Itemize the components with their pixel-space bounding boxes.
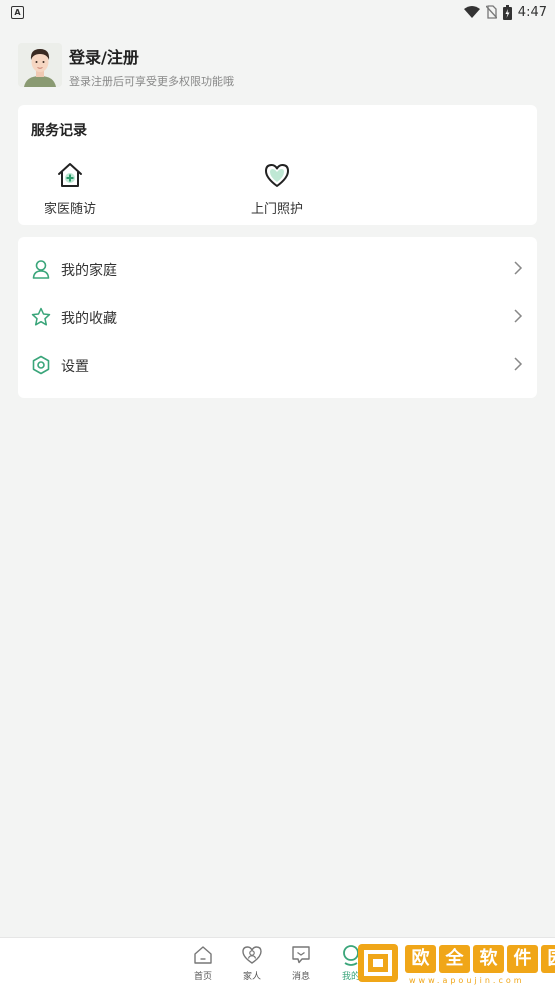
chevron-right-icon bbox=[514, 357, 523, 371]
menu-item-label: 我的家庭 bbox=[61, 263, 117, 279]
nav-home[interactable]: 首页 bbox=[183, 944, 223, 982]
menu-item-settings[interactable]: 设置 bbox=[18, 341, 537, 389]
message-icon bbox=[292, 946, 310, 964]
no-sim-icon bbox=[485, 5, 497, 19]
chevron-right-icon bbox=[514, 309, 523, 323]
watermark-text: 欧 全 软 件 园 bbox=[405, 945, 555, 973]
watermark-emblem bbox=[358, 944, 398, 982]
watermark-url: www.apoujin.com bbox=[409, 976, 525, 985]
login-hint-text: 登录注册后可享受更多权限功能哦 bbox=[69, 75, 234, 88]
avatar[interactable] bbox=[18, 43, 62, 87]
avatar-image bbox=[18, 43, 62, 87]
login-register-link[interactable]: 登录/注册 bbox=[69, 44, 139, 68]
profile-header[interactable]: 登录/注册 登录注册后可享受更多权限功能哦 bbox=[18, 43, 538, 89]
nav-label: 家人 bbox=[242, 972, 261, 982]
service-records-card: 服务记录 家医随访 上门照护 bbox=[18, 105, 537, 225]
menu-item-my-favorites[interactable]: 我的收藏 bbox=[18, 293, 537, 341]
service-home-care[interactable]: 上门照护 bbox=[242, 160, 312, 217]
status-icons: 4:47 bbox=[463, 3, 547, 21]
wifi-icon bbox=[463, 6, 480, 18]
watermark-char: 软 bbox=[473, 945, 504, 973]
clock: 4:47 bbox=[517, 4, 547, 20]
watermark-logo: 欧 全 软 件 园 www.apoujin.com bbox=[357, 941, 555, 987]
person-icon bbox=[32, 260, 50, 279]
watermark-char: 全 bbox=[439, 945, 470, 973]
menu-card: 我的家庭 我的收藏 设置 bbox=[18, 237, 537, 398]
menu-item-my-family[interactable]: 我的家庭 bbox=[18, 245, 537, 293]
service-label: 家医随访 bbox=[43, 202, 96, 217]
menu-item-label: 我的收藏 bbox=[61, 311, 117, 327]
nav-messages[interactable]: 消息 bbox=[281, 944, 321, 982]
menu-item-label: 设置 bbox=[61, 359, 89, 375]
status-bar: A 4:47 bbox=[0, 0, 555, 24]
home-icon bbox=[194, 946, 212, 964]
notification-a-icon: A bbox=[11, 6, 24, 19]
nav-family[interactable]: 家人 bbox=[232, 944, 272, 982]
settings-hexagon-icon bbox=[32, 355, 50, 375]
star-icon bbox=[31, 307, 51, 326]
watermark-char: 欧 bbox=[405, 945, 436, 973]
battery-icon bbox=[502, 4, 512, 20]
watermark-char: 件 bbox=[507, 945, 538, 973]
nav-label: 首页 bbox=[193, 972, 212, 982]
service-records-title: 服务记录 bbox=[31, 123, 87, 139]
house-plus-icon bbox=[58, 163, 82, 187]
heart-icon bbox=[265, 164, 289, 187]
chevron-right-icon bbox=[514, 261, 523, 275]
watermark-char: 园 bbox=[541, 945, 555, 973]
family-heart-icon bbox=[242, 946, 262, 964]
service-label: 上门照护 bbox=[250, 202, 303, 217]
service-family-doctor-followup[interactable]: 家医随访 bbox=[35, 160, 105, 217]
nav-label: 消息 bbox=[291, 972, 310, 982]
